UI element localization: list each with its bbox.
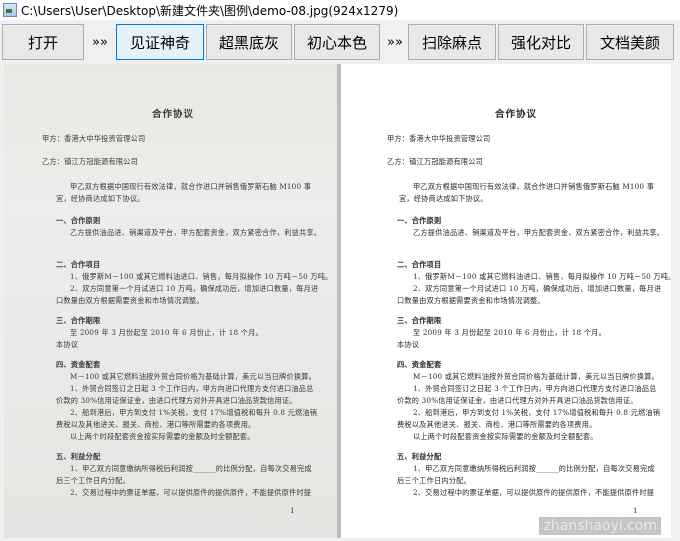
doc-line: 本协议	[56, 340, 79, 349]
processed-image-pane: 合作协议 甲方：香港大中华投资管理公司 乙方：镇江万冠能源有限公司 甲乙双方根据…	[341, 64, 671, 541]
doc-line: 至 2009 年 3 月份起至 2010 年 6 月份止，计 18 个月。	[70, 328, 263, 337]
doc-line: M－100 或其它燃料油按外贸合同价格为基础计算，美元以当日牌价换算。	[413, 372, 659, 381]
doc-line: 2、交易过程中的票证单据，可以提供原件的提供原件，不能提供原件时提	[413, 488, 655, 497]
image-file-icon	[3, 3, 17, 17]
doc-heading: 二、合作项目	[56, 260, 101, 269]
preview-area: 合作协议 甲方：香港大中华投资管理公司 乙方：镇江万冠能源有限公司 甲乙双方根据…	[0, 64, 680, 541]
doc-line: 1、外贸合同签订之日起 3 个工作日内，甲方向进口代理方支付进口油品总	[413, 384, 657, 393]
doc-line: 以上两个时段配套资金按实际需要的金额及时全额配套。	[413, 432, 598, 441]
toolbar: 打开 »» 见证神奇 超黑底灰 初心本色 »» 扫除麻点 强化对比 文档美颜	[0, 22, 680, 62]
doc-heading: 二、合作项目	[397, 260, 442, 269]
doc-line: 1、甲乙双方同意缴纳所得税后利润按______的比例分配，自每次交易完成	[70, 464, 312, 473]
doc-line: 2、双方同意第一个月试进口 10 万吨，确保成功后，增加进口数量，每月进	[70, 284, 319, 293]
chevron-separator-icon: »»	[92, 34, 108, 50]
page-number: 1	[290, 506, 295, 515]
processed-document: 合作协议 甲方：香港大中华投资管理公司 乙方：镇江万冠能源有限公司 甲乙双方根据…	[341, 64, 671, 541]
doc-line: 口数量由双方根据需要资金和市场情况调整。	[56, 296, 204, 305]
doc-heading: 三、合作期限	[397, 316, 442, 325]
page-number: 1	[633, 506, 638, 515]
original-document: 合作协议 甲方：香港大中华投资管理公司 乙方：镇江万冠能源有限公司 甲乙双方根据…	[4, 64, 337, 541]
doc-line: 乙方提供油品进、销渠道及平台，甲方配套资金，双方紧密合作，利益共享。	[413, 228, 665, 237]
doc-line: 甲乙双方根据中国现行有效法律，就合作进口并销售俄罗斯石脑 M100 事	[413, 182, 655, 191]
watermark-text: zhanshaoyi.com	[539, 517, 661, 535]
title-bar: C:\Users\User\Desktop\新建文件夹\图例\demo-08.j…	[0, 0, 680, 20]
doc-line: 甲方：香港大中华投资管理公司	[387, 134, 491, 143]
doc-line: 1、俄罗斯M－100 或其它燃料油进口、销售，每月拟操作 10 万吨－50 万吨…	[413, 272, 671, 281]
window-title: C:\Users\User\Desktop\新建文件夹\图例\demo-08.j…	[21, 3, 399, 18]
doc-line: 乙方：镇江万冠能源有限公司	[387, 157, 484, 166]
doc-heading: 五、利益分配	[56, 452, 101, 461]
doc-heading: 四、资金配套	[397, 360, 442, 369]
doc-line: 甲乙双方根据中国现行有效法律，就合作进口并销售俄罗斯石脑 M100 事	[70, 182, 312, 191]
doc-title: 合作协议	[152, 109, 195, 120]
doc-line: 1、甲乙双方同意缴纳所得税后利润按______的比例分配，自每次交易完成	[413, 464, 655, 473]
doc-line: 费税以及其他进关、报关、商检、港口等所需要的各项费用。	[56, 420, 256, 429]
chevron-separator-icon: »»	[387, 34, 403, 50]
doc-heading: 五、利益分配	[397, 452, 442, 461]
doc-line: 费税以及其他进关、报关、商检、港口等所需要的各项费用。	[397, 420, 597, 429]
doc-line: M－100 或其它燃料油按外贸合同价格为基础计算，美元以当日牌价换算。	[70, 372, 316, 381]
enhance-contrast-button[interactable]: 强化对比	[498, 24, 584, 60]
remove-spots-button[interactable]: 扫除麻点	[408, 24, 496, 60]
document-beautify-button[interactable]: 文档美颜	[586, 24, 674, 60]
doc-line: 乙方提供油品进、销渠道及平台，甲方配套资金，双方紧密合作，利益共享。	[70, 228, 322, 237]
doc-title: 合作协议	[495, 109, 538, 120]
super-black-gray-button[interactable]: 超黑底灰	[206, 24, 292, 60]
doc-line: 甲方：香港大中华投资管理公司	[42, 134, 146, 143]
doc-line: 2、交易过程中的票证单据，可以提供原件的提供原件，不能提供原件时提	[70, 488, 312, 497]
doc-line: 2、船到港后，甲方到支付 1%关税，支付 17%增值税和每升 0.8 元燃油销	[413, 408, 661, 417]
doc-heading: 三、合作期限	[56, 316, 101, 325]
doc-line: 至 2009 年 3 月份起至 2010 年 6 月份止，计 18 个月。	[413, 328, 606, 337]
doc-line: 2、双方同意第一个月试进口 10 万吨，确保成功后，增加进口数量，每月进	[413, 284, 662, 293]
doc-line: 宜，经协商达成如下协议。	[56, 194, 145, 203]
doc-line: 2、船到港后，甲方到支付 1%关税，支付 17%增值税和每升 0.8 元燃油销	[70, 408, 318, 417]
scrollbar[interactable]	[672, 64, 680, 541]
open-button[interactable]: 打开	[2, 24, 84, 60]
original-image-pane: 合作协议 甲方：香港大中华投资管理公司 乙方：镇江万冠能源有限公司 甲乙双方根据…	[4, 64, 337, 541]
doc-line: 口数量由双方根据需要资金和市场情况调整。	[397, 296, 545, 305]
witness-magic-button[interactable]: 见证神奇	[116, 24, 204, 60]
doc-line: 后三个工作日内分配。	[56, 476, 130, 485]
doc-line: 乙方：镇江万冠能源有限公司	[42, 157, 139, 166]
doc-line: 价款的 30%信用证保证金，由进口代理方对外开具进口油品货款信用证。	[56, 396, 297, 405]
doc-line: 价款的 30%信用证保证金，由进口代理方对外开具进口油品货款信用证。	[397, 396, 638, 405]
doc-heading: 四、资金配套	[56, 360, 101, 369]
doc-heading: 一、合作原则	[397, 216, 442, 225]
doc-line: 本协议	[397, 340, 420, 349]
original-color-button[interactable]: 初心本色	[294, 24, 380, 60]
doc-line: 以上两个时段配套资金按实际需要的金额及时全额配套。	[70, 432, 255, 441]
doc-line: 1、外贸合同签订之日起 3 个工作日内，甲方向进口代理方支付进口油品总	[70, 384, 314, 393]
doc-line: 1、俄罗斯M－100 或其它燃料油进口、销售，每月拟操作 10 万吨－50 万吨…	[70, 272, 333, 281]
doc-line: 后三个工作日内分配。	[397, 476, 471, 485]
doc-line: 宜，经协商达成如下协议。	[399, 194, 488, 203]
doc-heading: 一、合作原则	[56, 216, 101, 225]
